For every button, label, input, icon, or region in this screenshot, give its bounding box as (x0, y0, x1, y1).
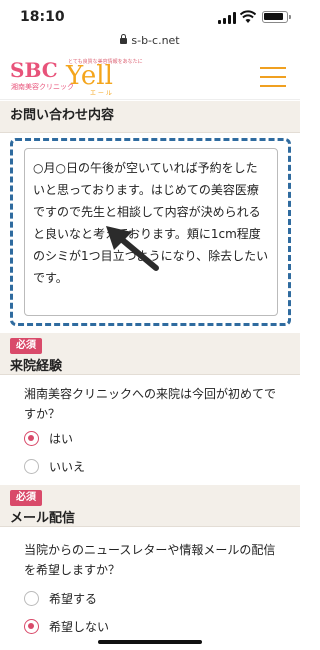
visit-heading-text: 来院経験 (10, 359, 63, 374)
inquiry-heading: お問い合わせ内容 (0, 101, 300, 133)
inquiry-heading-text: お問い合わせ内容 (10, 108, 115, 123)
arrow-pointer-icon (106, 226, 159, 271)
radio-label: 希望する (49, 591, 98, 606)
radio-visit-no[interactable]: いいえ (24, 456, 85, 476)
status-icons (208, 10, 291, 24)
visit-heading: 必須 来院経験 (0, 333, 300, 375)
radio-visit-yes[interactable]: はい (24, 428, 73, 448)
mail-heading-text: メール配信 (10, 511, 76, 526)
radio-label: はい (49, 431, 74, 446)
radio-mail-no[interactable]: 希望しない (24, 616, 109, 636)
logo-sbc[interactable]: SBC (10, 58, 58, 82)
url-bar[interactable]: s-b-c.net (0, 34, 300, 54)
radio-label: いいえ (49, 459, 86, 474)
status-bar: 18:10 (0, 0, 300, 34)
logo-clinic-name: 湘南美容クリニック (11, 83, 74, 91)
home-indicator[interactable] (98, 640, 202, 644)
radio-mail-want[interactable]: 希望する (24, 588, 97, 608)
visit-question: 湘南美容クリニックへの来院は今回が初めてですか？ (24, 387, 277, 421)
required-badge: 必須 (10, 490, 42, 506)
signal-icon (218, 12, 236, 24)
status-time: 18:10 (20, 9, 65, 25)
radio-label: 希望しない (49, 619, 110, 634)
radio-checked-icon (24, 618, 39, 634)
site-header: SBC 湘南美容クリニック とても良質な美容情報をあなたに Yell エ ー ル (0, 54, 300, 100)
logo-yell-sub: エ ー ル (90, 90, 112, 97)
radio-checked-icon (24, 430, 39, 446)
required-badge: 必須 (10, 338, 42, 354)
wifi-icon (240, 10, 256, 23)
mail-heading: 必須 メール配信 (0, 485, 300, 527)
radio-unchecked-icon (24, 458, 39, 474)
battery-icon (262, 11, 291, 23)
logo-yell[interactable]: Yell (66, 61, 113, 91)
hamburger-menu-icon[interactable] (260, 67, 286, 87)
radio-unchecked-icon (24, 590, 39, 606)
lock-icon (120, 34, 128, 44)
url-text: s-b-c.net (131, 34, 180, 47)
mail-question: 当院からのニュースレターや情報メールの配信を希望しますか？ (24, 543, 276, 577)
